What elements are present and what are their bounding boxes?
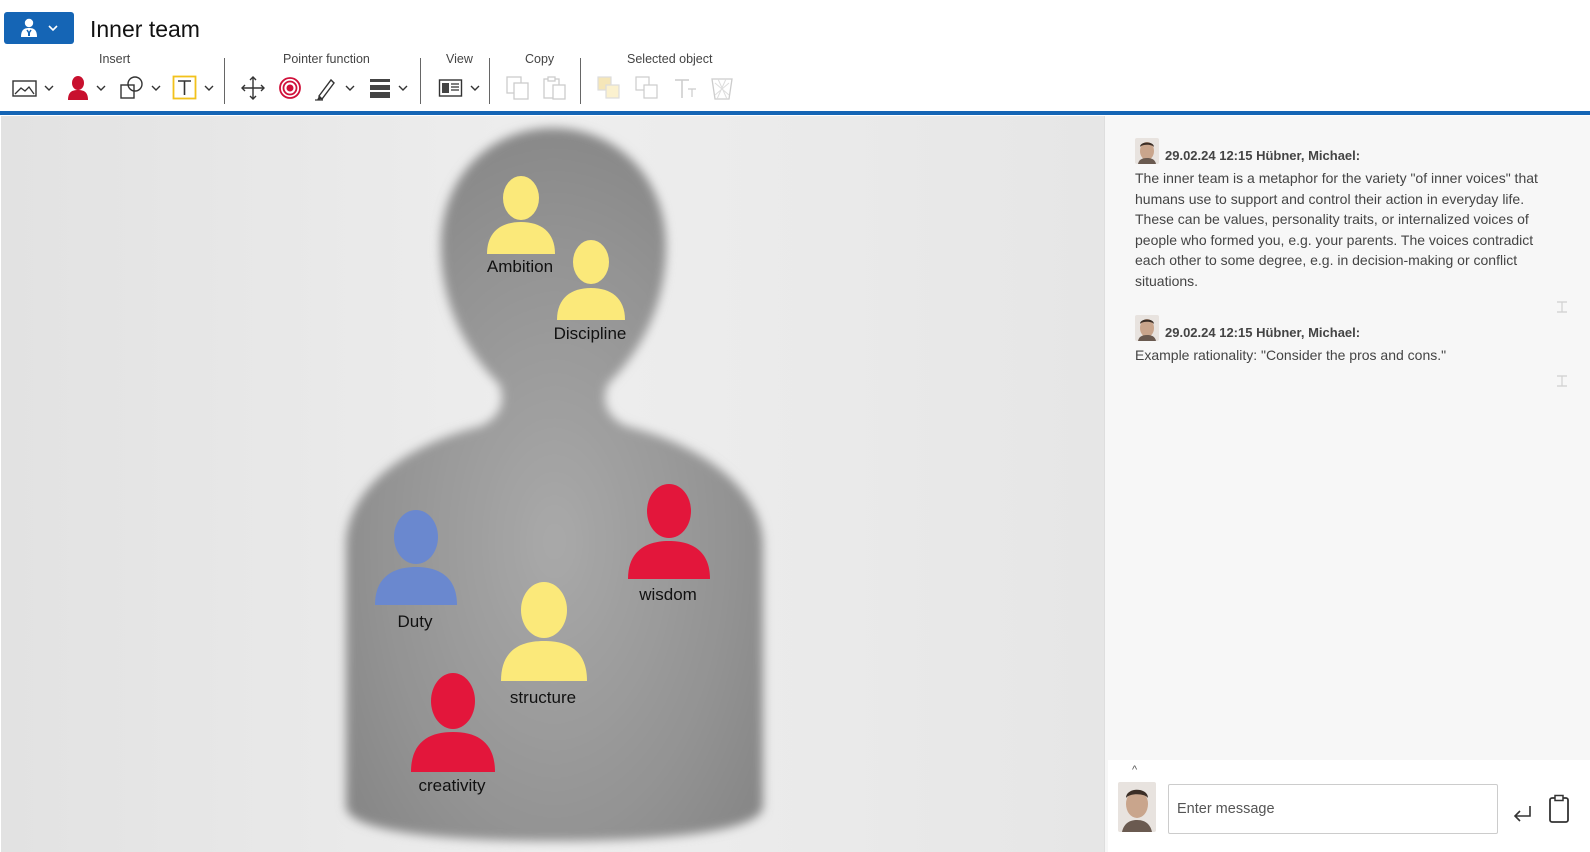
message-meta: 29.02.24 12:15 Hübner, Michael: (1165, 325, 1361, 340)
insert-image-button[interactable] (12, 74, 54, 102)
chat-message: 29.02.24 12:15 Hübner, Michael: The inne… (1135, 138, 1565, 292)
pen-tool-button[interactable] (313, 74, 355, 102)
insert-text-button[interactable] (172, 74, 214, 102)
copy-icon (506, 76, 529, 100)
figure-label: Ambition (486, 257, 554, 276)
move-tool-button[interactable] (240, 74, 266, 102)
delete-icon (711, 78, 733, 100)
send-back-icon (635, 76, 658, 99)
toolbar-separator (224, 58, 225, 104)
reply-icon[interactable] (1554, 300, 1570, 314)
chevron-down-icon (470, 85, 480, 91)
pointer-tool-button[interactable] (278, 74, 302, 102)
figure-duty[interactable] (373, 509, 459, 609)
delete-button[interactable] (709, 74, 735, 102)
toolbar-separator (420, 58, 421, 104)
chevron-down-icon (48, 25, 58, 32)
message-text: Example rationality: "Consider the pros … (1135, 347, 1447, 363)
group-label-pointer: Pointer function (283, 52, 370, 66)
page-title: Inner team (90, 16, 200, 42)
image-icon (12, 80, 37, 97)
figure-label: Discipline (553, 324, 627, 343)
bring-front-icon (597, 76, 620, 99)
line-style-button[interactable] (368, 74, 408, 102)
collapse-toggle[interactable]: ^ (1132, 764, 1137, 776)
send-to-back-button[interactable] (634, 74, 660, 102)
text-format-icon (675, 79, 696, 98)
figure-structure[interactable] (499, 581, 589, 685)
message-text: The inner team is a metaphor for the var… (1135, 170, 1538, 289)
chevron-down-icon (44, 85, 54, 91)
whiteboard-canvas[interactable]: Ambition Discipline wisdom Duty structur… (1, 116, 1104, 852)
chevron-down-icon (204, 85, 214, 91)
figure-label: wisdom (639, 585, 697, 604)
avatar (1135, 138, 1159, 164)
figure-label: Duty (397, 612, 433, 631)
figure-label: creativity (418, 776, 486, 795)
avatar (1135, 315, 1159, 341)
avatar (1118, 782, 1156, 832)
figure-ambition[interactable] (485, 174, 557, 258)
paste-button[interactable] (542, 74, 568, 102)
figure-discipline[interactable] (555, 238, 627, 324)
message-composer: ^ (1108, 760, 1590, 852)
group-label-insert: Insert (99, 52, 131, 66)
chevron-down-icon (398, 85, 408, 91)
pen-icon (315, 78, 335, 101)
chat-message: 29.02.24 12:15 Hübner, Michael: Example … (1135, 315, 1565, 366)
message-input[interactable] (1168, 784, 1498, 834)
insert-shape-button[interactable] (119, 74, 161, 102)
insert-person-button[interactable] (66, 74, 106, 102)
figure-creativity[interactable] (409, 672, 497, 776)
group-label-selected: Selected object (627, 52, 713, 66)
line-style-icon (370, 79, 390, 98)
ribbon-divider (0, 111, 1590, 115)
pointer-target-icon (279, 77, 301, 99)
bring-to-front-button[interactable] (596, 74, 622, 102)
copy-button[interactable] (505, 74, 531, 102)
toolbar-separator (489, 58, 490, 104)
toolbar-separator (580, 58, 581, 104)
figure-label: structure (509, 688, 577, 707)
text-format-button[interactable] (672, 74, 698, 102)
message-meta: 29.02.24 12:15 Hübner, Michael: (1165, 148, 1361, 163)
text-icon (172, 75, 197, 100)
chevron-down-icon (151, 85, 161, 91)
person-icon (68, 76, 88, 100)
view-icon (438, 79, 463, 97)
send-enter-icon[interactable] (1512, 804, 1534, 822)
view-button[interactable] (438, 74, 480, 102)
group-label-copy: Copy (525, 52, 555, 66)
toolbar-ribbon: Insert Pointer function View Copy Select… (0, 50, 1590, 112)
shapes-icon (120, 76, 143, 99)
chevron-down-icon (96, 85, 106, 91)
paste-icon (543, 76, 566, 100)
chevron-down-icon (345, 85, 355, 91)
user-menu-button[interactable] (4, 12, 74, 44)
user-icon (21, 18, 37, 37)
clipboard-icon[interactable] (1548, 794, 1570, 824)
figure-wisdom[interactable] (626, 483, 712, 583)
chat-panel: 29.02.24 12:15 Hübner, Michael: The inne… (1104, 116, 1590, 852)
reply-icon[interactable] (1554, 374, 1570, 388)
group-label-view: View (446, 52, 473, 66)
move-icon (241, 76, 265, 100)
